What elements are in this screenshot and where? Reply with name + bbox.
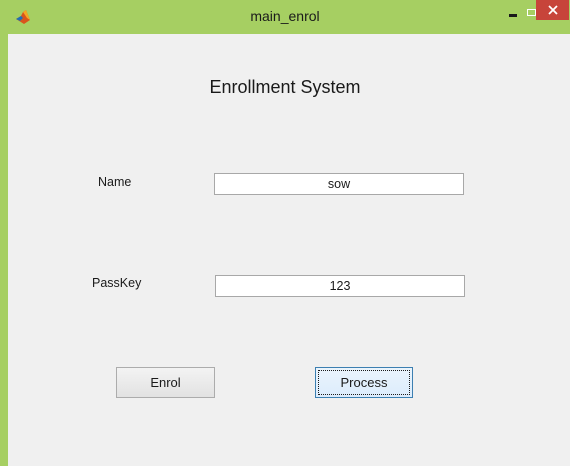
minimize-icon <box>509 13 517 17</box>
close-button[interactable] <box>536 0 569 20</box>
passkey-field[interactable]: 123 <box>215 275 465 297</box>
maximize-icon <box>526 8 536 16</box>
close-icon <box>547 5 558 15</box>
name-label: Name <box>98 175 132 189</box>
process-button[interactable]: Process <box>315 367 413 398</box>
window-title: main_enrol <box>250 8 320 24</box>
title-bar[interactable]: main_enrol <box>0 0 570 34</box>
form-heading: Enrollment System <box>0 77 570 98</box>
form-panel: Enrollment System Name sow PassKey 123 E… <box>8 34 570 466</box>
name-field[interactable]: sow <box>214 173 464 195</box>
app-window: main_enrol Enrollment System Name sow Pa… <box>0 0 570 466</box>
focus-ring <box>318 370 410 395</box>
enrol-button[interactable]: Enrol <box>116 367 215 398</box>
heading-text: Enrollment System <box>209 77 361 97</box>
passkey-label: PassKey <box>92 276 142 290</box>
